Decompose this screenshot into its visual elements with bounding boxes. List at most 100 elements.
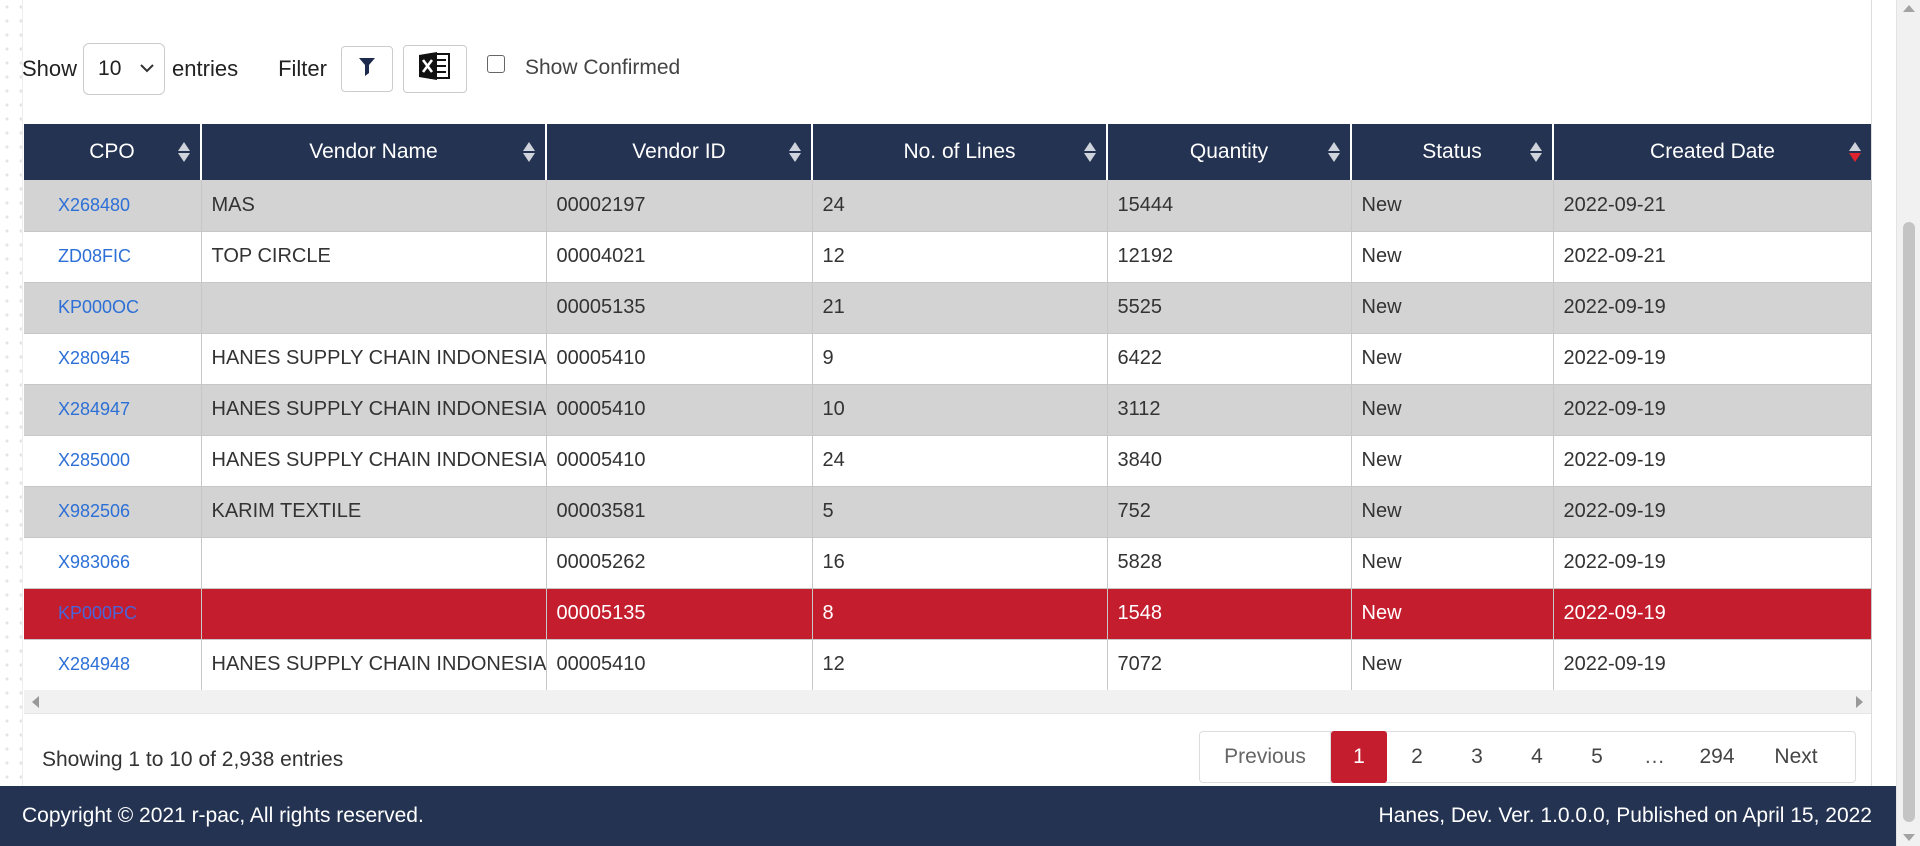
table-info: Showing 1 to 10 of 2,938 entries	[42, 748, 344, 771]
page-size-value: 10	[98, 57, 122, 80]
column-header-cpo[interactable]: CPO	[24, 124, 202, 180]
quantity-cell: 5828	[1107, 537, 1352, 589]
vendor-id-cell: 00005410	[546, 333, 813, 385]
cpo-link[interactable]: X285000	[58, 450, 130, 470]
quantity-cell: 5525	[1107, 282, 1352, 334]
vendor-id-cell: 00005410	[546, 435, 813, 487]
show-confirmed-checkbox[interactable]	[486, 55, 505, 73]
previous-page-button[interactable]: Previous	[1200, 732, 1331, 782]
quantity-cell: 752	[1107, 486, 1352, 538]
column-header-created-date[interactable]: Created Date	[1553, 124, 1871, 180]
vendor-id-cell: 00005262	[546, 537, 813, 589]
created-date-cell: 2022-09-19	[1553, 282, 1872, 334]
vertical-scrollbar[interactable]	[1896, 0, 1920, 846]
quantity-cell: 6422	[1107, 333, 1352, 385]
column-header-lines[interactable]: No. of Lines	[812, 124, 1108, 180]
table-row[interactable]: X285000 HANES SUPPLY CHAIN INDONESIA 000…	[24, 435, 1872, 487]
status-cell: New	[1351, 384, 1554, 436]
created-date-cell: 2022-09-19	[1553, 486, 1872, 538]
page-button-last[interactable]: 294	[1682, 732, 1752, 782]
lines-cell: 9	[812, 333, 1108, 385]
export-excel-button[interactable]	[402, 45, 467, 93]
scroll-up-icon[interactable]	[1903, 5, 1915, 12]
lines-cell: 10	[812, 384, 1108, 436]
vendor-name-cell	[201, 588, 547, 640]
sort-icon	[523, 142, 535, 162]
sort-icon	[1328, 142, 1340, 162]
page-button-4[interactable]: 4	[1507, 732, 1567, 782]
vendor-name-cell: HANES SUPPLY CHAIN INDONESIA	[201, 435, 547, 487]
page-button-3[interactable]: 3	[1447, 732, 1507, 782]
vendor-id-cell: 00005135	[546, 588, 813, 640]
sort-icon	[789, 142, 801, 162]
quantity-cell: 3112	[1107, 384, 1352, 436]
table-row[interactable]: ZD08FIC TOP CIRCLE 00004021 12 12192 New…	[24, 231, 1872, 283]
created-date-cell: 2022-09-19	[1553, 537, 1872, 589]
pagination: Previous 1 2 3 4 5 … 294 Next	[1199, 731, 1856, 783]
sort-icon	[1849, 142, 1861, 162]
vendor-name-cell	[201, 282, 547, 334]
funnel-icon	[358, 56, 375, 82]
horizontal-scrollbar[interactable]	[24, 690, 1871, 714]
created-date-cell: 2022-09-19	[1553, 588, 1872, 640]
cpo-link[interactable]: X983066	[58, 552, 130, 572]
created-date-cell: 2022-09-21	[1553, 231, 1872, 283]
page-size-select[interactable]: 10	[83, 43, 166, 95]
lines-cell: 21	[812, 282, 1108, 334]
next-page-button[interactable]: Next	[1752, 732, 1840, 782]
filter-button[interactable]	[340, 46, 393, 92]
table-row[interactable]: X982506 KARIM TEXTILE 00003581 5 752 New…	[24, 486, 1872, 538]
column-header-quantity[interactable]: Quantity	[1107, 124, 1352, 180]
vendor-name-cell: TOP CIRCLE	[201, 231, 547, 283]
show-confirmed-label: Show Confirmed	[524, 56, 681, 79]
table-row[interactable]: X268480 MAS 00002197 24 15444 New 2022-0…	[24, 180, 1872, 232]
sort-icon	[1084, 142, 1096, 162]
table-row[interactable]: KP000OC 00005135 21 5525 New 2022-09-19	[24, 282, 1872, 334]
cpo-link[interactable]: X284948	[58, 654, 130, 674]
status-cell: New	[1351, 639, 1554, 691]
scroll-right-icon[interactable]	[1856, 696, 1863, 708]
lines-cell: 16	[812, 537, 1108, 589]
column-header-vendor-name[interactable]: Vendor Name	[201, 124, 547, 180]
status-cell: New	[1351, 588, 1554, 640]
copyright-text: Copyright © 2021 r-pac, All rights reser…	[22, 804, 424, 827]
excel-icon	[418, 51, 451, 87]
cpo-link[interactable]: X280945	[58, 348, 130, 368]
status-cell: New	[1351, 180, 1554, 232]
table-row[interactable]: X983066 00005262 16 5828 New 2022-09-19	[24, 537, 1872, 589]
entries-label: entries	[172, 56, 239, 81]
cpo-link[interactable]: KP000PC	[58, 603, 137, 623]
status-cell: New	[1351, 486, 1554, 538]
cpo-link[interactable]: KP000OC	[58, 297, 139, 317]
scrollbar-thumb[interactable]	[1903, 222, 1915, 822]
quantity-cell: 3840	[1107, 435, 1352, 487]
cpo-link[interactable]: X982506	[58, 501, 130, 521]
lines-cell: 24	[812, 180, 1108, 232]
show-label: Show	[22, 56, 78, 81]
created-date-cell: 2022-09-19	[1553, 333, 1872, 385]
status-cell: New	[1351, 435, 1554, 487]
table-toolbar: Show 10 entries Filter Show Confirmed	[22, 42, 680, 96]
cpo-link[interactable]: ZD08FIC	[58, 246, 131, 266]
column-header-vendor-id[interactable]: Vendor ID	[546, 124, 813, 180]
vendor-id-cell: 00005410	[546, 384, 813, 436]
scroll-down-icon[interactable]	[1903, 834, 1915, 841]
vendor-id-cell: 00003581	[546, 486, 813, 538]
vendor-name-cell: MAS	[201, 180, 547, 232]
created-date-cell: 2022-09-19	[1553, 435, 1872, 487]
table-row-selected[interactable]: KP000PC 00005135 8 1548 New 2022-09-19	[24, 588, 1872, 640]
cpo-link[interactable]: X268480	[58, 195, 130, 215]
column-header-status[interactable]: Status	[1351, 124, 1554, 180]
table-row[interactable]: X280945 HANES SUPPLY CHAIN INDONESIA 000…	[24, 333, 1872, 385]
page-button-2[interactable]: 2	[1387, 732, 1447, 782]
scroll-left-icon[interactable]	[32, 696, 39, 708]
sort-icon	[178, 142, 190, 162]
status-cell: New	[1351, 231, 1554, 283]
table-row[interactable]: X284948 HANES SUPPLY CHAIN INDONESIA 000…	[24, 639, 1872, 691]
cpo-link[interactable]: X284947	[58, 399, 130, 419]
created-date-cell: 2022-09-21	[1553, 180, 1872, 232]
table-row[interactable]: X284947 HANES SUPPLY CHAIN INDONESIA 000…	[24, 384, 1872, 436]
page-button-1[interactable]: 1	[1331, 731, 1387, 783]
page-button-5[interactable]: 5	[1567, 732, 1627, 782]
vendor-name-cell: KARIM TEXTILE	[201, 486, 547, 538]
